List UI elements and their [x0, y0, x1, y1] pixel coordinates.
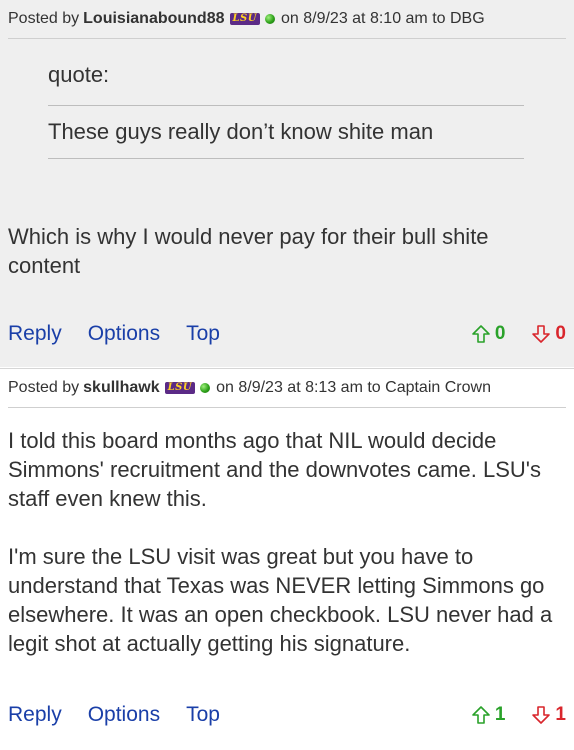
post-body: Which is why I would never pay for their…	[8, 224, 495, 278]
quote-label: quote:	[48, 45, 524, 106]
top-button[interactable]: Top	[186, 322, 220, 346]
team-badge-icon: LSU	[229, 13, 260, 25]
top-button[interactable]: Top	[186, 703, 220, 727]
arrow-up-outline-icon	[472, 706, 490, 724]
post-meta: on 8/9/23 at 8:10 am to DBG	[280, 10, 485, 27]
post-meta: on 8/9/23 at 8:13 am to Captain Crown	[216, 379, 491, 396]
online-status-icon	[200, 383, 211, 393]
online-status-icon	[264, 14, 275, 24]
posted-by-label: Posted by	[8, 379, 80, 396]
team-badge-icon: LSU	[164, 382, 196, 394]
upvote-count: 1	[494, 704, 506, 725]
options-button[interactable]: Options	[88, 703, 160, 727]
post-header: Posted by skullhawk LSU on 8/9/23 at 8:1…	[8, 369, 566, 408]
posted-by-label: Posted by	[8, 10, 80, 27]
arrow-up-outline-icon	[472, 325, 490, 343]
author-link[interactable]: skullhawk	[83, 379, 159, 397]
downvote-button[interactable]: 1	[531, 704, 566, 726]
post-body: I told this board months ago that NIL wo…	[8, 428, 553, 656]
quote-text: These guys really don’t know shite man	[48, 106, 524, 159]
reply-button[interactable]: Reply	[8, 703, 62, 727]
author-link[interactable]: Louisianabound88	[83, 10, 224, 28]
downvote-count: 0	[555, 323, 566, 344]
arrow-down-outline-icon	[532, 325, 551, 343]
upvote-button[interactable]: 1	[471, 704, 506, 726]
post-1: Posted by Louisianabound88 LSU on 8/9/23…	[0, 0, 574, 367]
options-button[interactable]: Options	[88, 322, 160, 346]
downvote-button[interactable]: 0	[531, 323, 566, 345]
post-actions: Reply Options Top 0 0	[8, 319, 566, 349]
downvote-count: 1	[555, 704, 566, 725]
post-actions: Reply Options Top 1 1	[8, 700, 566, 730]
post-2: Posted by skullhawk LSU on 8/9/23 at 8:1…	[0, 368, 574, 750]
vote-controls: 0 0	[471, 323, 566, 345]
vote-controls: 1 1	[471, 704, 566, 726]
post-header: Posted by Louisianabound88 LSU on 8/9/23…	[8, 0, 566, 39]
upvote-button[interactable]: 0	[471, 323, 506, 345]
reply-button[interactable]: Reply	[8, 322, 62, 346]
upvote-count: 0	[494, 323, 506, 344]
arrow-down-outline-icon	[532, 706, 551, 724]
